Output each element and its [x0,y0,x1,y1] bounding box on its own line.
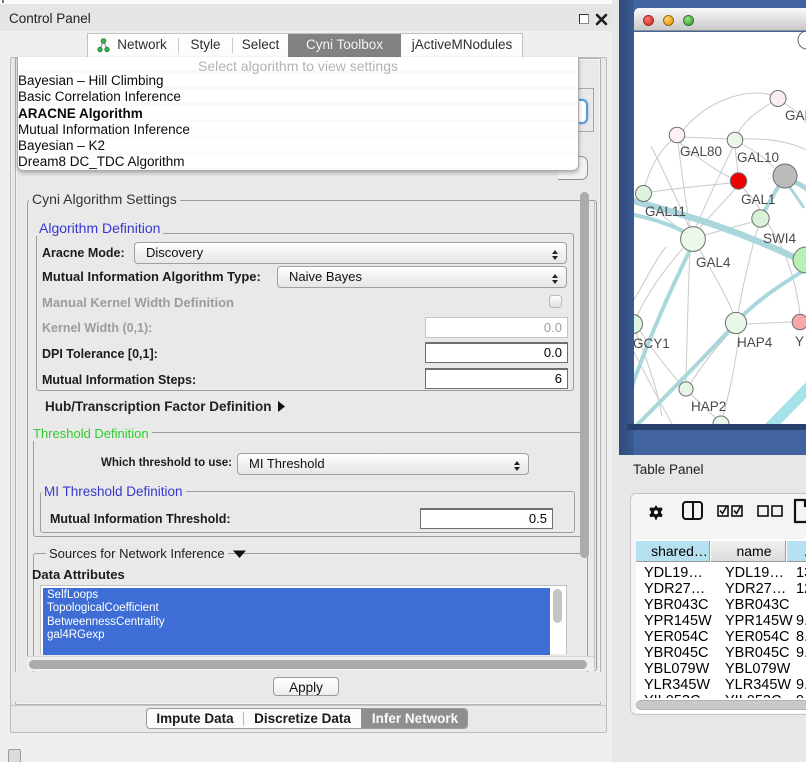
svg-text:HAP2: HAP2 [691,399,726,414]
svg-text:SWI4: SWI4 [763,231,796,246]
svg-text:Y: Y [795,334,804,349]
svg-text:GAL: GAL [785,108,806,123]
svg-text:GAL11: GAL11 [645,204,686,219]
svg-text:GAL1: GAL1 [741,192,776,207]
svg-text:GAL4: GAL4 [696,255,731,270]
svg-text:GAL80: GAL80 [680,144,722,159]
svg-text:HAP4: HAP4 [737,335,773,350]
svg-text:GAL10: GAL10 [737,150,779,165]
svg-text:GCY1: GCY1 [634,336,670,351]
